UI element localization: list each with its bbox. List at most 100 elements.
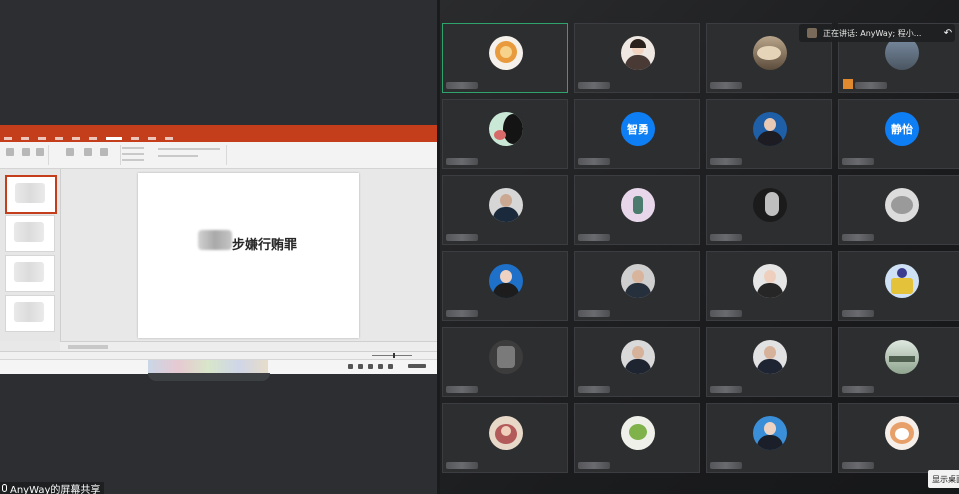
participant-tile[interactable]: [706, 327, 832, 397]
participant-tile[interactable]: [574, 327, 700, 397]
notes-hint: [68, 345, 108, 349]
tray-icon: [388, 364, 393, 369]
participant-gallery: 智勇 静怡: [440, 0, 959, 494]
avatar-initials: 静怡: [885, 112, 919, 146]
participant-name-blurred: [842, 234, 874, 241]
participant-name-blurred: [578, 462, 610, 469]
avatar: [621, 340, 655, 374]
participant-tile[interactable]: 静怡: [838, 99, 959, 169]
participant-tile[interactable]: [838, 327, 959, 397]
participant-tile[interactable]: [574, 403, 700, 473]
participant-name-blurred: [710, 462, 742, 469]
meeting-window: 步嫌行贿罪 AnyWay的屏幕共享 智勇 静怡 正在讲话: AnyWay; 程小…: [0, 0, 959, 494]
status-badge: [843, 79, 853, 89]
slide-thumbnail: [5, 255, 55, 292]
participant-name-blurred: [710, 386, 742, 393]
show-desktop-button[interactable]: 显示桌面: [928, 470, 959, 488]
ribbon-button-icon: [66, 148, 74, 156]
participant-name-blurred: [855, 82, 887, 89]
participant-name-blurred: [578, 386, 610, 393]
participant-tile[interactable]: [442, 175, 568, 245]
slide-title: 步嫌行贿罪: [232, 238, 298, 253]
ribbon-tab: [148, 136, 156, 140]
ribbon-tab: [4, 136, 12, 140]
tray-icon: [358, 364, 363, 369]
ribbon-tab: [21, 136, 29, 140]
ppt-ribbon: [0, 142, 437, 169]
avatar: [621, 416, 655, 450]
blurred-content: [14, 222, 44, 242]
participant-tile[interactable]: [442, 403, 568, 473]
blurred-content: [15, 183, 45, 203]
avatar: [489, 112, 523, 146]
participant-tile[interactable]: [706, 175, 832, 245]
participant-tile[interactable]: [706, 403, 832, 473]
tray-icon: [348, 364, 353, 369]
screen-share-label: AnyWay的屏幕共享: [0, 482, 105, 494]
avatar: [489, 340, 523, 374]
avatar: [753, 188, 787, 222]
ribbon-tab: [89, 136, 97, 140]
tray-icon: [378, 364, 383, 369]
participant-tile[interactable]: [838, 403, 959, 473]
speaker-avatar: [807, 28, 817, 38]
zoom-slider-knob: [393, 353, 395, 358]
participant-tile[interactable]: [706, 251, 832, 321]
participant-name-blurred: [578, 234, 610, 241]
avatar: [621, 264, 655, 298]
ribbon-button-icon: [100, 148, 108, 156]
avatar: [885, 264, 919, 298]
blurred-content: [14, 302, 44, 322]
avatar: [753, 416, 787, 450]
window-tab: [148, 373, 270, 381]
ribbon-tab: [131, 136, 139, 140]
slide-canvas: 步嫌行贿罪: [138, 173, 359, 338]
screen-share-label-text: AnyWay的屏幕共享: [10, 484, 101, 494]
shared-powerpoint-window: 步嫌行贿罪: [0, 125, 437, 374]
avatar: [753, 264, 787, 298]
participant-name-blurred: [842, 386, 874, 393]
ribbon-button-icon: [84, 148, 92, 156]
participant-name-blurred: [710, 158, 742, 165]
participant-tile[interactable]: [574, 23, 700, 93]
ribbon-tab: [38, 136, 46, 140]
participant-tile[interactable]: [442, 99, 568, 169]
participant-name-blurred: [578, 158, 610, 165]
ribbon-button-icon: [36, 148, 44, 156]
ribbon-tab-active: [106, 136, 122, 140]
participant-tile[interactable]: 智勇: [574, 99, 700, 169]
zoom-slider: [372, 355, 412, 356]
slide-thumbnail: [5, 175, 57, 214]
participant-tile[interactable]: [574, 175, 700, 245]
participant-name-blurred: [446, 386, 478, 393]
avatar: [621, 36, 655, 70]
participant-tile[interactable]: [574, 251, 700, 321]
participant-name-blurred: [710, 310, 742, 317]
active-speaker-bar: 正在讲话: AnyWay; 程小... ↶: [799, 24, 955, 42]
participant-tile[interactable]: [838, 175, 959, 245]
avatar: [753, 112, 787, 146]
avatar: [621, 188, 655, 222]
slide-thumbnail: [5, 295, 55, 332]
blurred-content: [14, 262, 44, 282]
participant-name-blurred: [578, 82, 610, 89]
participant-tile[interactable]: [442, 251, 568, 321]
participant-tile[interactable]: [838, 251, 959, 321]
notes-bar: [60, 341, 437, 351]
participant-name-blurred: [578, 310, 610, 317]
avatar: [753, 340, 787, 374]
back-arrow-icon[interactable]: ↶: [941, 28, 955, 39]
participant-name-blurred: [842, 462, 874, 469]
ribbon-checkbox-row: [122, 159, 144, 161]
participant-name-blurred: [446, 462, 478, 469]
ribbon-tab: [72, 136, 80, 140]
participant-tile[interactable]: [442, 327, 568, 397]
taskbar-apps-blurred: [148, 360, 268, 374]
blurred-title-prefix: [198, 230, 232, 250]
participant-tile[interactable]: [442, 23, 568, 93]
tray-icon: [368, 364, 373, 369]
participant-tile[interactable]: [706, 99, 832, 169]
ribbon-tab: [55, 136, 63, 140]
clock-icon: [408, 364, 426, 368]
avatar: [489, 416, 523, 450]
